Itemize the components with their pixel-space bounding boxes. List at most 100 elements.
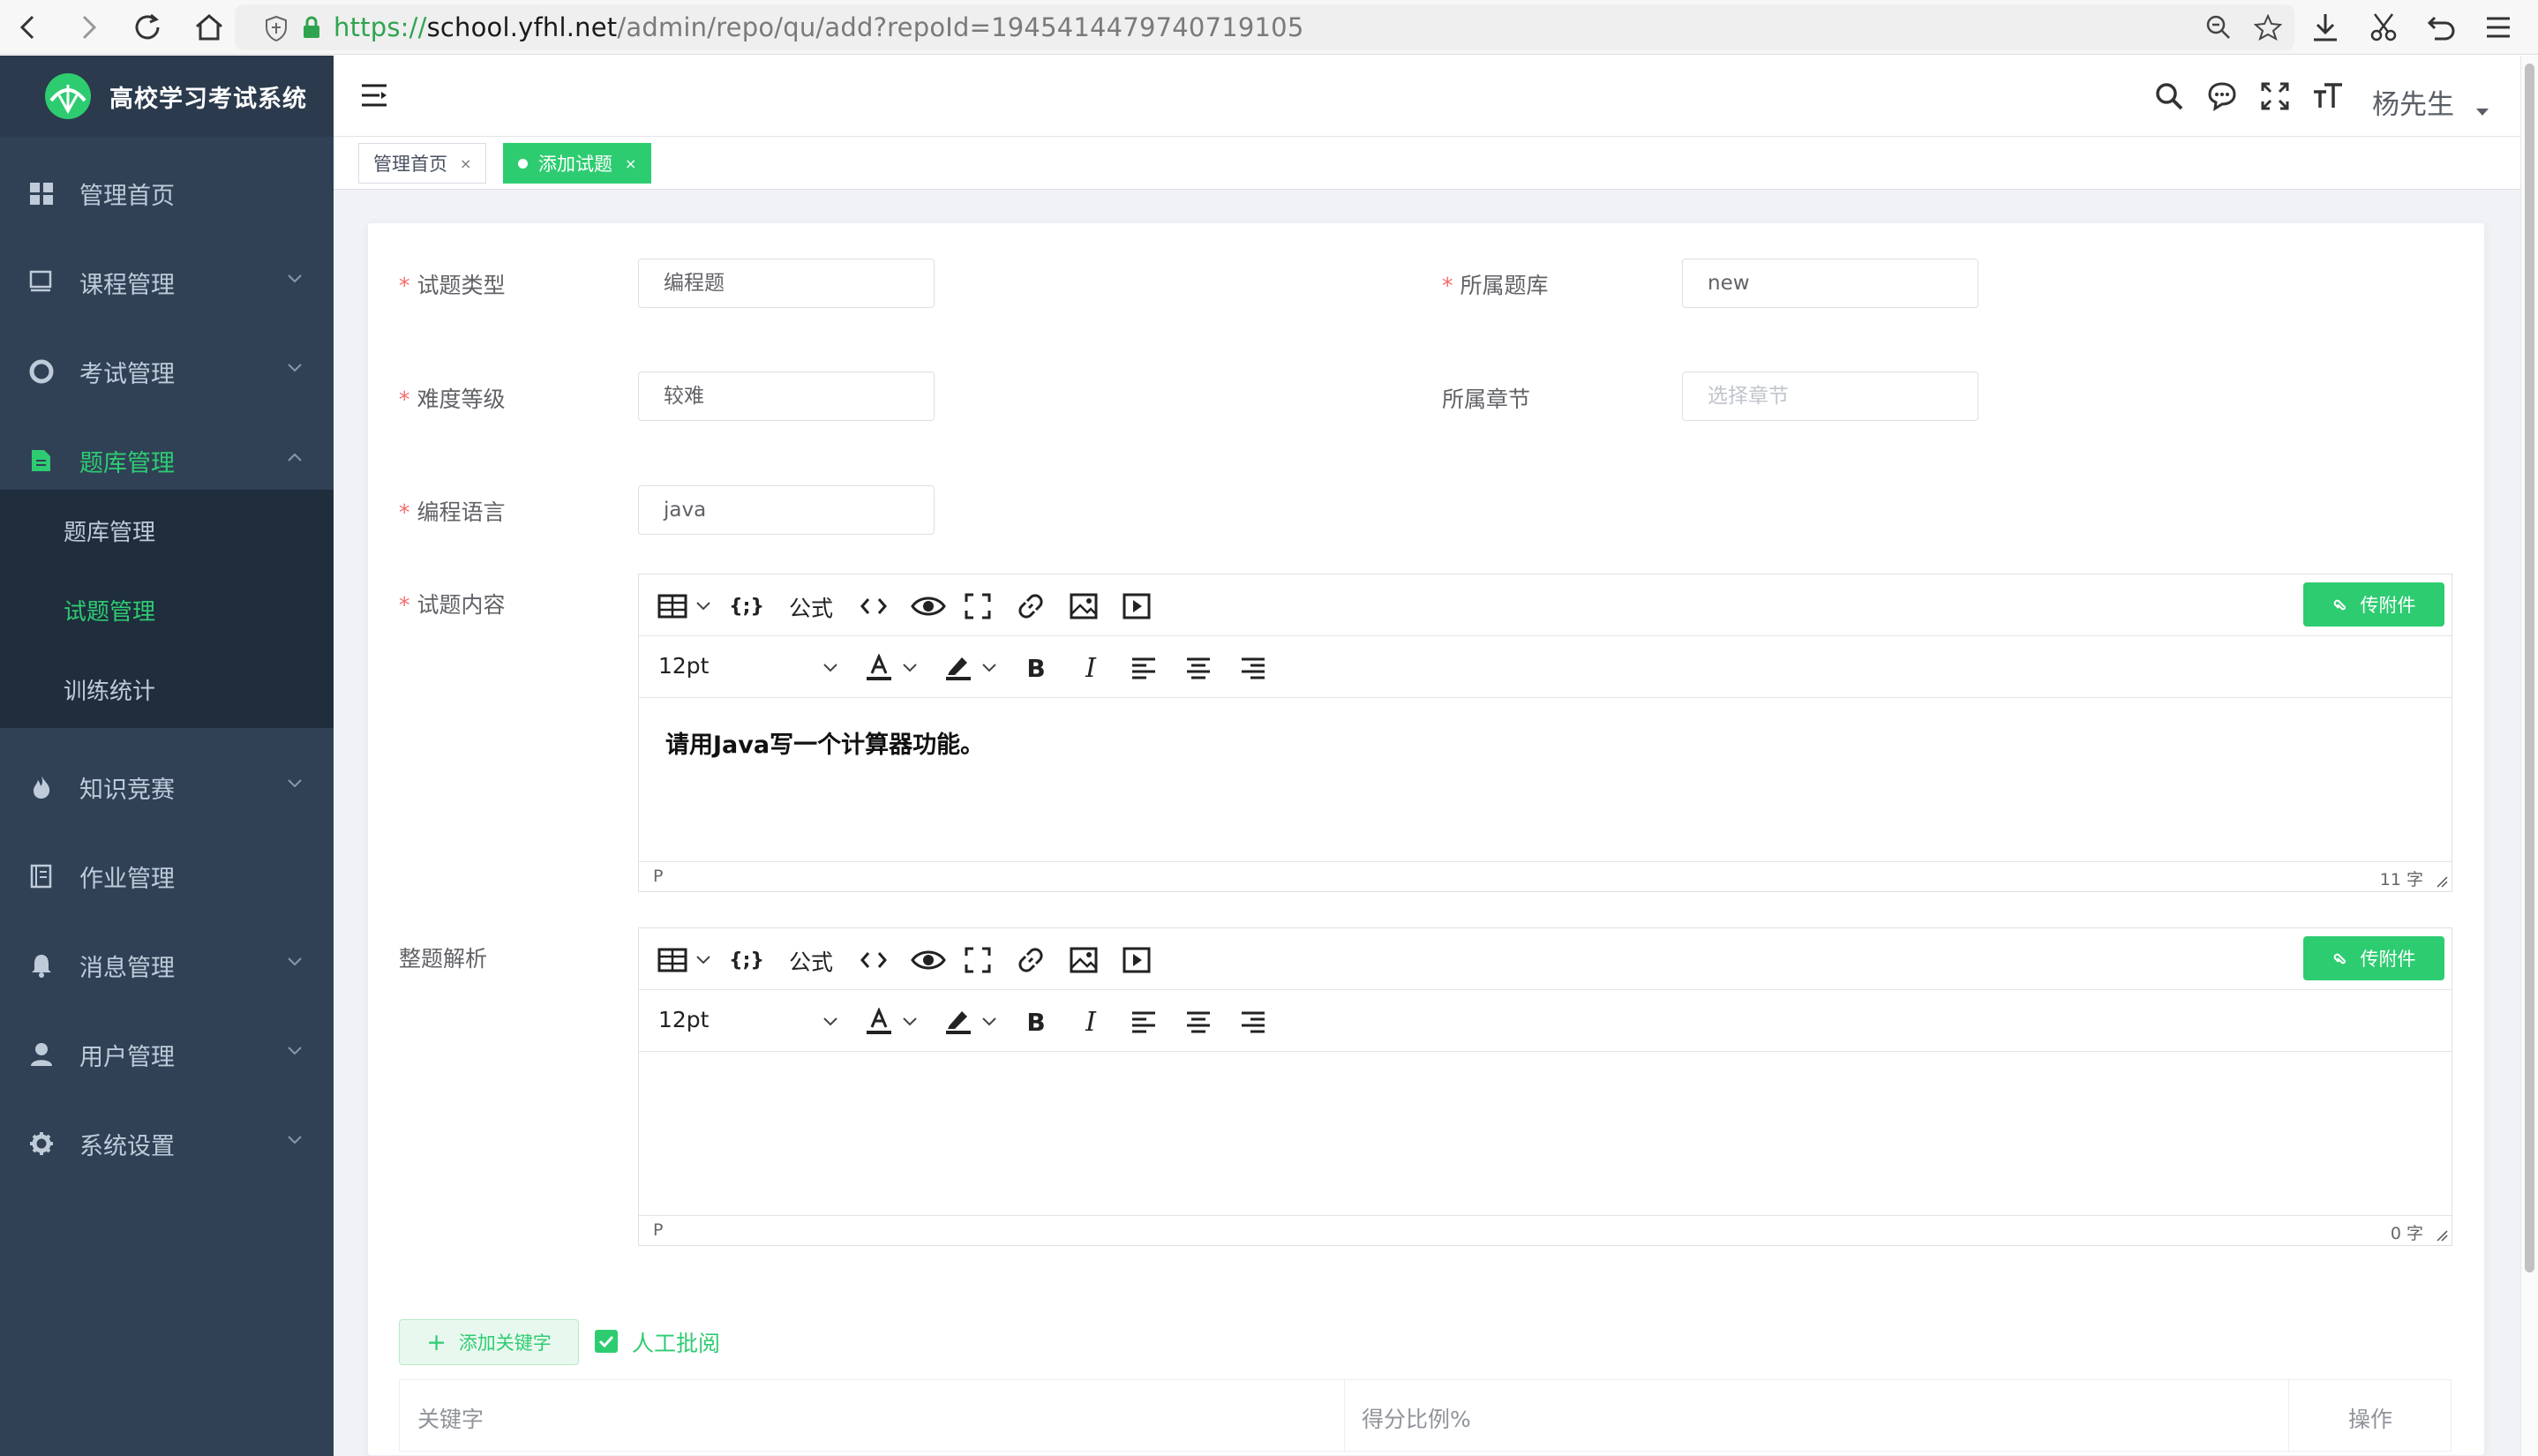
preview-eye-icon[interactable] [909,946,948,974]
chevron-down-icon[interactable] [900,1008,920,1036]
element-path: P [653,1220,664,1240]
text-color-icon[interactable] [863,1008,895,1036]
upload-attachment-button[interactable]: 传附件 [2303,936,2444,980]
table-icon[interactable] [655,946,690,974]
fullscreen-icon[interactable] [2257,79,2293,114]
star-icon[interactable] [2249,10,2287,45]
align-center-icon[interactable] [1183,1008,1214,1036]
reload-icon[interactable] [125,5,169,49]
bold-icon[interactable]: B [1020,654,1052,683]
content-editor-body[interactable]: 请用Java写一个计算器功能。 [639,699,2452,786]
code-block-icon[interactable]: {;} [729,592,764,620]
language-select[interactable]: java [638,485,935,535]
sidebar-subitem-repo[interactable]: 题库管理 [0,490,334,569]
fullscreen-icon[interactable] [962,592,994,620]
label-repo: * 所属题库 [1442,273,1549,298]
align-center-icon[interactable] [1183,654,1214,682]
resize-handle-icon[interactable] [2436,1229,2448,1242]
tag-dashboard[interactable]: 管理首页 × [358,143,487,184]
difficulty-select[interactable]: 较难 [638,372,935,421]
video-icon[interactable] [1121,592,1153,620]
align-right-icon[interactable] [1237,654,1269,682]
link-icon[interactable] [1015,592,1047,620]
sidebar-item-settings[interactable]: 系统设置 [0,1099,334,1188]
manual-review-checkbox[interactable] [595,1330,618,1353]
video-icon[interactable] [1121,946,1153,974]
sidebar-item-label: 作业管理 [79,866,175,893]
forward-icon[interactable] [67,5,111,49]
sidebar-subitem-stats[interactable]: 训练统计 [0,649,334,728]
editor-toolbar-row2: 12pt B I [639,636,2452,698]
align-left-icon[interactable] [1128,654,1160,682]
chevron-down-icon[interactable] [694,946,713,974]
chevron-down-icon[interactable] [980,654,999,682]
tag-add-question[interactable]: 添加试题 × [503,143,652,184]
address-bar[interactable]: https://school.yfhl.net/admin/repo/qu/ad… [235,4,2294,50]
undo-icon[interactable] [2420,5,2464,49]
scrollbar-thumb[interactable] [2525,64,2534,1272]
word-count: 11 字 [2379,870,2423,889]
repo-select[interactable]: new [1682,259,1979,308]
sidebar-item-dashboard[interactable]: 管理首页 [0,148,334,237]
formula-button[interactable]: 公式 [789,945,833,977]
sidebar-item-exams[interactable]: 考试管理 [0,326,334,416]
chevron-down-icon[interactable] [821,1008,840,1036]
plus-icon: + [426,1328,447,1356]
preview-eye-icon[interactable] [909,592,948,620]
caret-down-icon[interactable] [2476,109,2489,116]
chevron-down-icon[interactable] [980,1008,999,1036]
code-block-icon[interactable]: {;} [729,946,764,974]
chevron-down-icon[interactable] [694,592,713,620]
add-keyword-button[interactable]: + 添加关键字 [399,1319,579,1365]
font-size-select[interactable]: 12pt [658,653,709,679]
manual-review-label[interactable]: 人工批阅 [632,1326,720,1358]
text-color-icon[interactable] [863,654,895,682]
font-size-icon[interactable] [2310,79,2346,114]
upload-attachment-button[interactable]: 传附件 [2303,582,2444,627]
bold-icon[interactable]: B [1020,1008,1052,1037]
sidebar-subitem-questions[interactable]: 试题管理 [0,569,334,649]
hamburger-icon[interactable] [360,82,388,109]
scissors-icon[interactable] [2362,5,2406,49]
table-icon[interactable] [655,592,690,620]
search-icon[interactable] [2151,79,2187,114]
zoom-icon[interactable] [2199,10,2238,45]
image-icon[interactable] [1068,946,1100,974]
link-icon[interactable] [1015,946,1047,974]
italic-icon[interactable]: I [1075,653,1107,684]
download-icon[interactable] [2303,5,2347,49]
highlight-icon[interactable] [942,654,974,682]
fullscreen-icon[interactable] [962,946,994,974]
image-icon[interactable] [1068,592,1100,620]
align-left-icon[interactable] [1128,1008,1160,1036]
sidebar-item-courses[interactable]: 课程管理 [0,237,334,326]
align-right-icon[interactable] [1237,1008,1269,1036]
home-icon[interactable] [187,5,231,49]
chevron-down-icon[interactable] [821,654,840,682]
chevron-down-icon[interactable] [900,654,920,682]
close-icon[interactable]: × [625,155,636,172]
source-code-icon[interactable] [858,946,890,974]
sidebar-item-contest[interactable]: 知识竞赛 [0,742,334,831]
sidebar-item-messages[interactable]: 消息管理 [0,920,334,1009]
chapter-select[interactable]: 选择章节 [1682,372,1979,421]
chevron-down-icon [288,779,302,788]
user-name[interactable]: 杨先生 [2372,82,2454,122]
analysis-editor-body[interactable] [639,1053,2452,1106]
chat-icon[interactable] [2204,79,2240,114]
close-icon[interactable]: × [460,155,471,172]
logo[interactable]: 高校学习考试系统 [0,56,334,137]
highlight-icon[interactable] [942,1008,974,1036]
sidebar-item-homework[interactable]: 作业管理 [0,831,334,920]
question-type-select[interactable]: 编程题 [638,259,935,308]
sidebar-item-users[interactable]: 用户管理 [0,1009,334,1099]
menu-icon[interactable] [2476,5,2520,49]
check-icon [598,1335,614,1348]
resize-handle-icon[interactable] [2436,875,2448,888]
italic-icon[interactable]: I [1075,1007,1107,1038]
font-size-select[interactable]: 12pt [658,1007,709,1032]
formula-button[interactable]: 公式 [789,591,833,623]
back-icon[interactable] [5,5,49,49]
label-question-type: * 试题类型 [399,273,506,298]
source-code-icon[interactable] [858,592,890,620]
